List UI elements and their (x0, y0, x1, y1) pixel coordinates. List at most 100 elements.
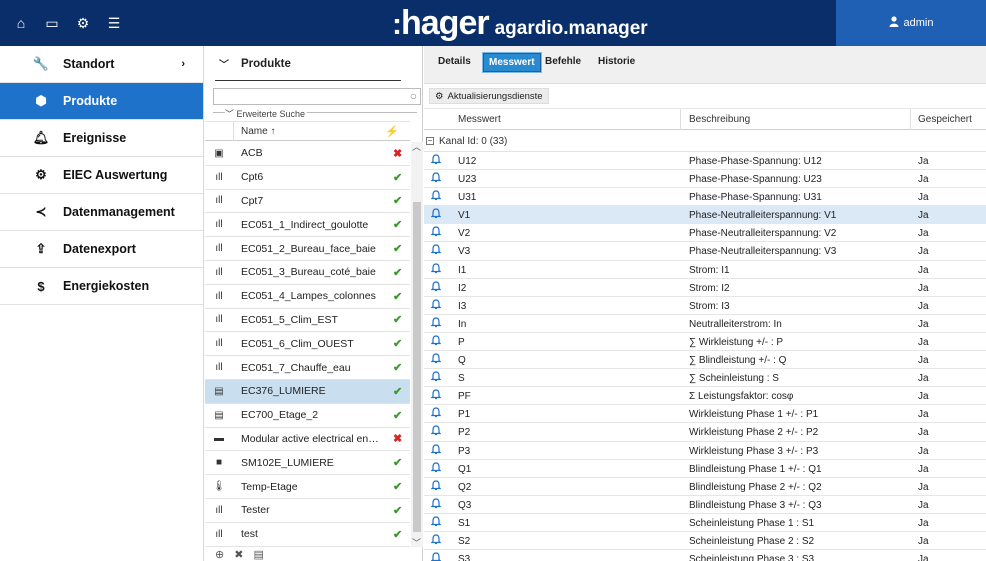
table-row[interactable]: U12 Phase-Phase-Spannung: U12 Ja (424, 152, 986, 171)
table-row[interactable]: V2 Phase-Neutralleiterspannung: V2 Ja (424, 224, 986, 243)
collapse-icon[interactable]: − (426, 137, 434, 145)
gears-icon[interactable]: ⚙ (73, 13, 93, 33)
list-item[interactable]: ıll Cpt7 ✔ (205, 190, 410, 214)
list-item[interactable]: ıll EC051_5_Clim_EST ✔ (205, 309, 410, 333)
measure-value: V3 (458, 246, 471, 258)
column-header-gespeichert[interactable]: Gespeichert (918, 114, 972, 125)
bell-icon[interactable] (430, 353, 442, 367)
bell-icon[interactable] (430, 371, 442, 385)
bell-icon[interactable] (430, 172, 442, 186)
list-item[interactable]: ıll EC051_3_Bureau_coté_baie ✔ (205, 261, 410, 285)
bell-icon[interactable] (430, 317, 442, 331)
table-row[interactable]: P3 Wirkleistung Phase 3 +/- : P3 Ja (424, 442, 986, 460)
bell-icon[interactable] (430, 407, 442, 421)
sidebar-item-ereignisse[interactable]: 🔔︎ Ereignisse (0, 120, 203, 157)
tab-messwert[interactable]: Messwert (482, 52, 542, 73)
list-item[interactable]: ıll EC051_6_Clim_OUEST ✔ (205, 332, 410, 357)
bell-icon[interactable] (430, 389, 442, 403)
table-row[interactable]: Q ∑ Blindleistung +/- : Q Ja (424, 351, 986, 370)
list-item[interactable]: ıll Cpt6 ✔ (205, 166, 410, 190)
bell-icon[interactable] (430, 226, 442, 240)
column-header-beschreibung[interactable]: Beschreibung (689, 114, 750, 125)
table-row[interactable]: P1 Wirkleistung Phase 1 +/- : P1 Ja (424, 405, 986, 424)
table-row[interactable]: Q3 Blindleistung Phase 3 +/- : Q3 Ja (424, 496, 986, 514)
bell-icon[interactable] (430, 262, 442, 277)
list-item[interactable]: ▤ EC700_Etage_2 ✔ (205, 404, 410, 428)
tab-historie[interactable]: Historie (593, 53, 640, 70)
table-row[interactable]: P2 Wirkleistung Phase 2 +/- : P2 Ja (424, 423, 986, 442)
table-row[interactable]: S3 Scheinleistung Phase 3 : S3 Ja (424, 550, 986, 561)
sidebar-item-datenexport[interactable]: ⇪ Datenexport (0, 231, 203, 268)
table-row[interactable]: I1 Strom: I1 Ja (424, 261, 986, 279)
list-item[interactable]: ıll test ✔ (205, 523, 410, 547)
update-services-button[interactable]: ⚙ Aktualisierungsdienste (429, 88, 549, 104)
search-icon[interactable]: ○ (410, 89, 417, 104)
table-row[interactable]: S ∑ Scheinleistung : S Ja (424, 369, 986, 388)
table-row[interactable]: PF Σ Leistungsfaktor: cosφ Ja (424, 387, 986, 406)
sidebar-item-datenmanagement[interactable]: ≺ Datenmanagement (0, 194, 203, 231)
table-row[interactable]: U31 Phase-Phase-Spannung: U31 Ja (424, 188, 986, 207)
list-item[interactable]: ıll EC051_4_Lampes_colonnes ✔ (205, 285, 410, 309)
bell-icon[interactable] (430, 281, 442, 295)
list-item[interactable]: ▤ EC376_LUMIERE ✔ (205, 379, 410, 404)
bell-icon[interactable] (430, 208, 442, 222)
bell-icon[interactable] (430, 498, 442, 512)
bell-icon[interactable] (430, 244, 442, 258)
bell-icon[interactable] (430, 516, 442, 530)
table-row[interactable]: I2 Strom: I2 Ja (424, 279, 986, 297)
bell-icon[interactable] (430, 335, 442, 349)
document-icon[interactable]: ▤ (253, 548, 263, 561)
list-item[interactable]: ■ SM102E_LUMIERE ✔ (205, 451, 410, 476)
sidebar-item-standort[interactable]: 🔧 Standort › (0, 46, 203, 83)
bell-icon[interactable] (430, 425, 442, 439)
list-item[interactable]: ıll EC051_7_Chauffe_eau ✔ (205, 356, 410, 380)
advanced-search-toggle[interactable]: ﹀ Erweiterte Suche (225, 107, 305, 120)
sliders-icon[interactable]: ☰ (104, 13, 124, 33)
list-item[interactable]: ▣ ACB ✖ (205, 142, 410, 166)
channel-group-row[interactable]: − Kanal Id: 0 (33) (424, 131, 986, 152)
table-row[interactable]: V3 Phase-Neutralleiterspannung: V3 Ja (424, 242, 986, 261)
delete-icon[interactable]: ✖ (234, 548, 243, 561)
table-row[interactable]: S1 Scheinleistung Phase 1 : S1 Ja (424, 514, 986, 532)
table-row[interactable]: Q2 Blindleistung Phase 2 +/- : Q2 Ja (424, 478, 986, 496)
bell-icon[interactable] (430, 534, 442, 548)
table-row[interactable]: P ∑ Wirkleistung +/- : P Ja (424, 333, 986, 352)
user-name: admin (903, 17, 934, 29)
plug-icon[interactable]: ⚡ (385, 125, 399, 138)
scrollbar-thumb[interactable] (413, 202, 421, 532)
user-menu-button[interactable]: admin (836, 0, 986, 46)
table-row[interactable]: In Neutralleiterstrom: In Ja (424, 315, 986, 333)
sidebar-item-eiec-auswertung[interactable]: ⚙ EIEC Auswertung (0, 157, 203, 194)
column-header-messwert[interactable]: Messwert (458, 114, 501, 125)
product-panel-header[interactable]: ﹀ Produkte (205, 46, 422, 81)
tab-befehle[interactable]: Befehle (540, 53, 586, 70)
bell-icon[interactable] (430, 299, 442, 313)
bell-icon[interactable] (430, 154, 442, 168)
monitor-icon[interactable]: ▭ (42, 13, 62, 33)
list-item[interactable]: 🌡︎ Temp-Etage ✔ (205, 475, 410, 499)
bell-icon[interactable] (430, 552, 442, 561)
list-item[interactable]: ıll Tester ✔ (205, 499, 410, 523)
table-row[interactable]: V1 Phase-Neutralleiterspannung: V1 Ja (424, 206, 986, 225)
sidebar-item-energiekosten[interactable]: $ Energiekosten (0, 268, 203, 305)
product-search-input[interactable]: ○ (213, 88, 421, 105)
name-column-header[interactable]: Name ↑ (241, 126, 275, 137)
table-row[interactable]: U23 Phase-Phase-Spannung: U23 Ja (424, 170, 986, 189)
home-icon[interactable]: ⌂ (11, 13, 31, 33)
scrollbar[interactable]: ︿ ﹀ (411, 140, 423, 548)
list-item[interactable]: ▬ Modular active electrical ener... ✖ (205, 428, 410, 452)
table-row[interactable]: Q1 Blindleistung Phase 1 +/- : Q1 Ja (424, 460, 986, 478)
bell-icon[interactable] (430, 190, 442, 204)
table-row[interactable]: S2 Scheinleistung Phase 2 : S2 Ja (424, 532, 986, 551)
chevron-up-icon[interactable]: ︿ (412, 140, 421, 153)
bell-icon[interactable] (430, 461, 442, 476)
list-item[interactable]: ıll EC051_2_Bureau_face_baie ✔ (205, 237, 410, 261)
bell-icon[interactable] (430, 443, 442, 458)
add-icon[interactable]: ⊕ (215, 548, 224, 561)
sidebar-item-produkte[interactable]: ⬢ Produkte (0, 83, 203, 120)
measure-value: Q1 (458, 463, 472, 475)
bell-icon[interactable] (430, 480, 442, 494)
list-item[interactable]: ıll EC051_1_Indirect_goulotte ✔ (205, 213, 410, 238)
table-row[interactable]: I3 Strom: I3 Ja (424, 297, 986, 315)
tab-details[interactable]: Details (433, 53, 476, 70)
